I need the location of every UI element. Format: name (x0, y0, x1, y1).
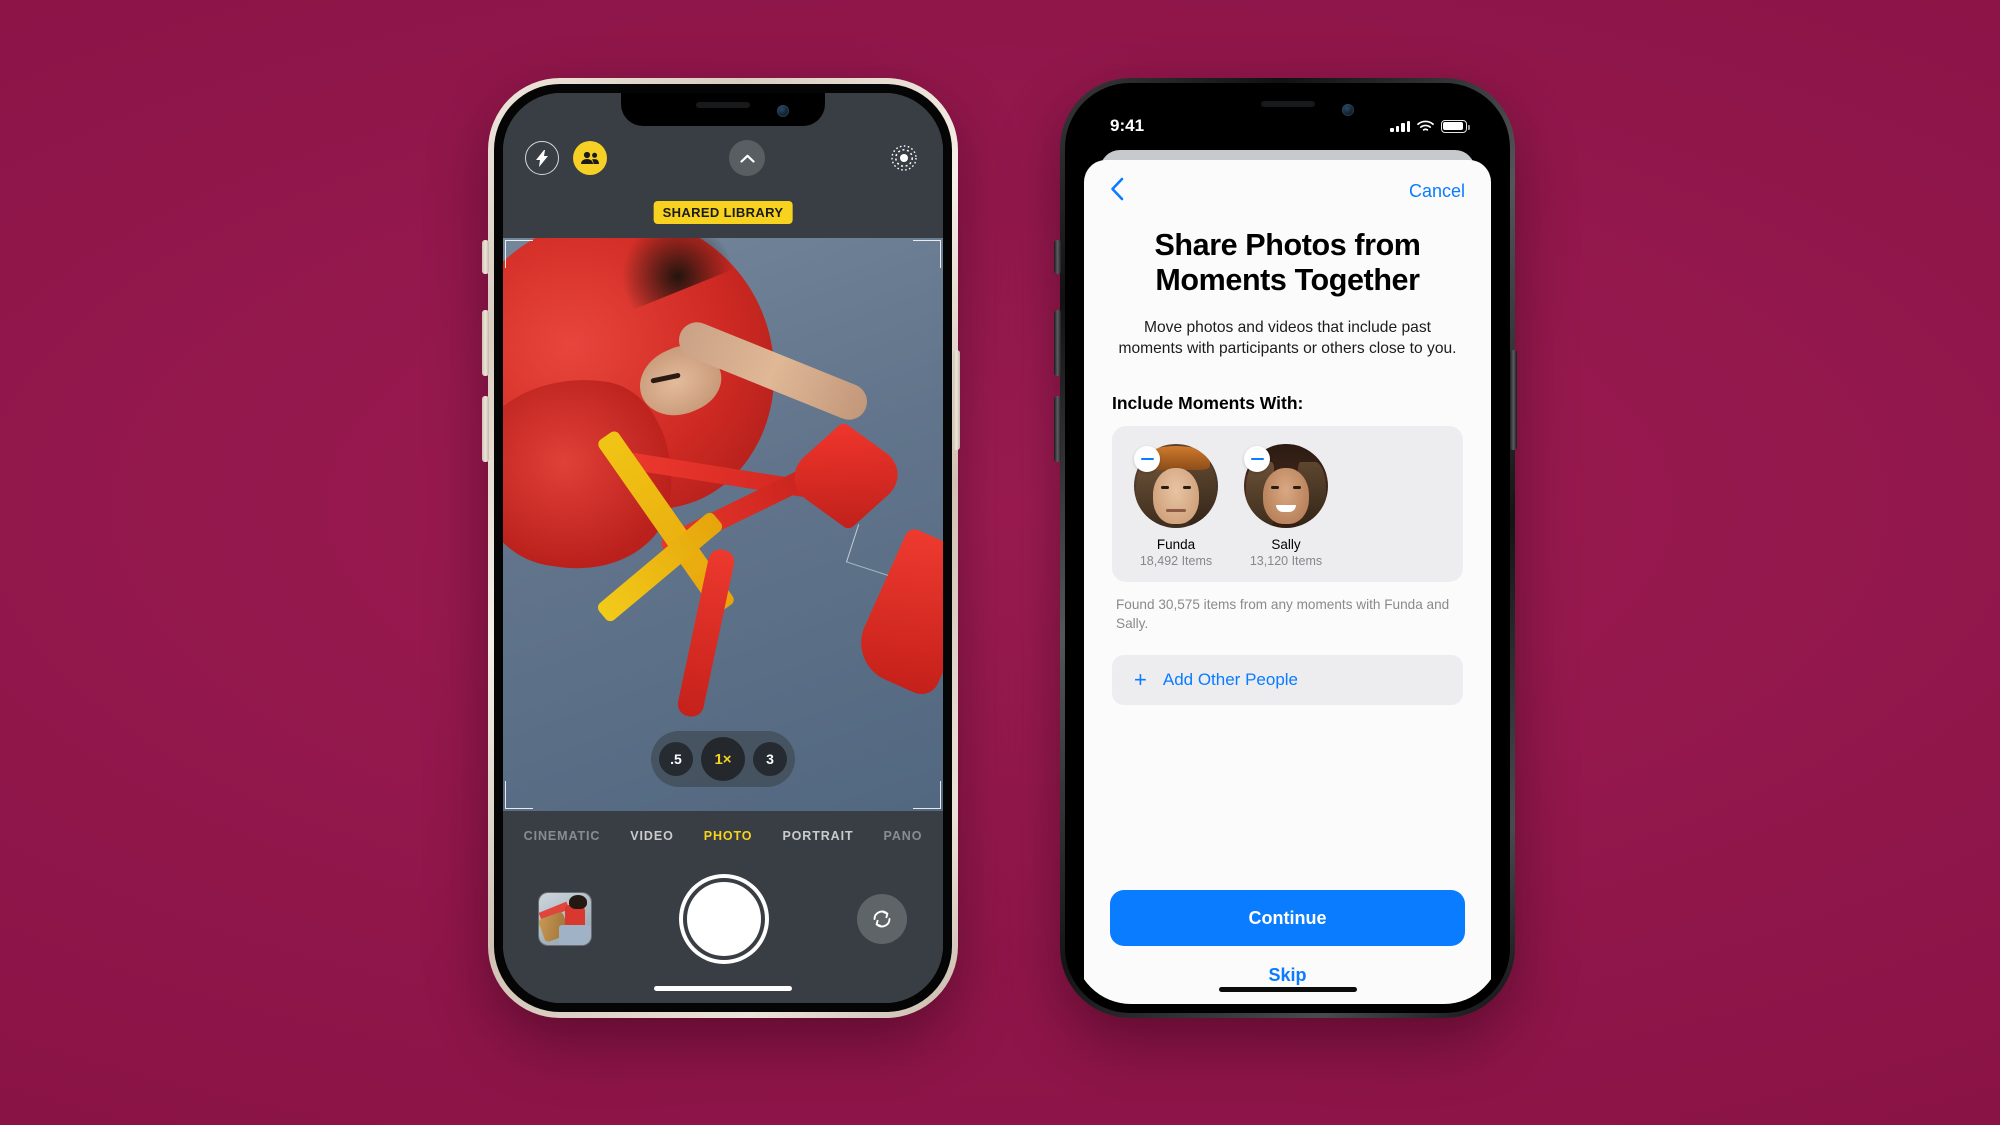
add-other-people-label: Add Other People (1162, 670, 1299, 690)
right-phone-device: 9:41 Cancel Share Photos from Moments To… (1060, 78, 1515, 1018)
ios-screen: 9:41 Cancel Share Photos from Moments To… (1074, 92, 1501, 1004)
sheet-top-bar: Cancel (1084, 160, 1491, 222)
found-items-text: Found 30,575 items from any moments with… (1116, 596, 1450, 631)
home-indicator (654, 986, 792, 991)
minus-badge-icon[interactable] (1134, 445, 1160, 472)
right-phone-screen: 9:41 Cancel Share Photos from Moments To… (1074, 92, 1501, 1004)
add-other-people-button[interactable]: + Add Other People (1112, 655, 1463, 706)
zoom-control[interactable]: .5 1× 3 (651, 731, 795, 787)
camera-app: SHARED LIBRARY .5 1× 3 CINEMATIC VIDEO P… (503, 93, 943, 1003)
minus-badge-icon[interactable] (1244, 445, 1270, 472)
page-subtitle: Move photos and videos that include past… (1118, 318, 1457, 357)
status-bar-time: 9:41 (1110, 116, 1145, 135)
right-phone-volume-up-button[interactable] (1054, 310, 1061, 376)
people-card: Funda 18,492 Items Sally 13,120 Items (1112, 425, 1463, 582)
chevron-up-icon[interactable] (729, 140, 765, 176)
cellular-signal-icon (1390, 120, 1410, 132)
left-phone-volume-up-button[interactable] (482, 310, 489, 376)
share-sheet: Cancel Share Photos from Moments Togethe… (1084, 160, 1491, 1004)
live-photo-icon[interactable] (887, 141, 921, 175)
battery-icon (1441, 119, 1470, 133)
person-name: Sally (1271, 536, 1301, 552)
left-phone-bezel: SHARED LIBRARY .5 1× 3 CINEMATIC VIDEO P… (494, 84, 952, 1012)
camera-mode-pano[interactable]: PANO (884, 829, 923, 843)
person-funda[interactable]: Funda 18,492 Items (1130, 443, 1222, 568)
front-camera-icon (1341, 104, 1354, 116)
camera-bottom-bar: CINEMATIC VIDEO PHOTO PORTRAIT PANO (503, 811, 943, 1003)
right-phone-volume-down-button[interactable] (1054, 396, 1061, 462)
sheet-content: Share Photos from Moments Together Move … (1084, 222, 1491, 890)
camera-mode-video[interactable]: VIDEO (630, 829, 673, 843)
skip-button[interactable]: Skip (1110, 946, 1465, 1004)
person-sally[interactable]: Sally 13,120 Items (1240, 443, 1332, 568)
left-phone-silent-switch[interactable] (482, 240, 489, 274)
zoom-option-3x[interactable]: 3 (753, 742, 787, 776)
wifi-icon (1417, 120, 1434, 131)
camera-mode-photo[interactable]: PHOTO (704, 829, 753, 843)
last-photo-thumbnail[interactable] (539, 893, 591, 945)
notch (1185, 92, 1390, 125)
camera-flip-icon[interactable] (857, 894, 907, 944)
chevron-left-icon[interactable] (1110, 177, 1124, 206)
left-phone-screen: SHARED LIBRARY .5 1× 3 CINEMATIC VIDEO P… (503, 93, 943, 1003)
camera-mode-cinematic[interactable]: CINEMATIC (524, 829, 601, 843)
notch (621, 93, 825, 126)
right-phone-power-button[interactable] (1510, 350, 1517, 450)
person-name: Funda (1156, 536, 1196, 552)
flash-icon[interactable] (525, 141, 559, 175)
left-phone-device: SHARED LIBRARY .5 1× 3 CINEMATIC VIDEO P… (488, 78, 958, 1018)
home-indicator (1218, 987, 1357, 992)
zoom-option-half[interactable]: .5 (659, 742, 693, 776)
camera-mode-portrait[interactable]: PORTRAIT (782, 829, 853, 843)
person-item-count: 13,120 Items (1249, 553, 1323, 568)
continue-button[interactable]: Continue (1110, 890, 1465, 946)
camera-mode-selector[interactable]: CINEMATIC VIDEO PHOTO PORTRAIT PANO (503, 829, 943, 843)
right-phone-silent-switch[interactable] (1054, 240, 1061, 274)
camera-viewfinder[interactable]: .5 1× 3 (503, 238, 943, 811)
shutter-button[interactable] (683, 878, 765, 960)
earpiece-speaker (696, 102, 750, 108)
shared-library-badge: SHARED LIBRARY (653, 201, 793, 224)
left-phone-power-button[interactable] (953, 350, 960, 450)
right-phone-bezel: 9:41 Cancel Share Photos from Moments To… (1065, 83, 1510, 1013)
left-phone-volume-down-button[interactable] (482, 396, 489, 462)
shared-library-people-icon[interactable] (573, 141, 607, 175)
zoom-option-1x[interactable]: 1× (701, 737, 745, 781)
person-item-count: 18,492 Items (1139, 553, 1213, 568)
include-moments-label: Include Moments With: (1112, 392, 1304, 413)
earpiece-speaker (1260, 101, 1315, 107)
plus-icon: + (1134, 667, 1147, 693)
page-title: Share Photos from Moments Together (1154, 228, 1421, 298)
cancel-button[interactable]: Cancel (1409, 181, 1465, 202)
front-camera-icon (777, 105, 789, 117)
